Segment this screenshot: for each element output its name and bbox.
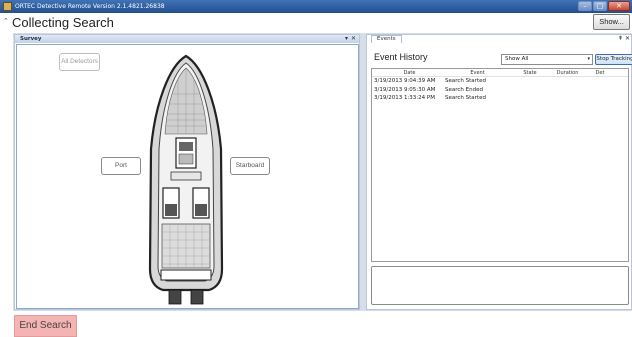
transom	[160, 269, 212, 281]
collapse-caret-icon[interactable]: ⌃	[3, 17, 9, 25]
all-detectors-button[interactable]: All Detectors	[59, 53, 100, 71]
event-history-table[interactable]: Date Event State Duration Det 3/19/2013 …	[371, 68, 629, 262]
window-title-bar: ORTEC Detective Remote Version 2.1.4821.…	[0, 0, 632, 13]
table-row[interactable]: 3/19/2013 9:05:30 AM Search Ended	[372, 86, 628, 95]
boat-diagram	[148, 54, 224, 305]
cell-duration	[550, 77, 585, 86]
starboard-button[interactable]: Starboard	[230, 157, 270, 175]
chevron-down-icon: ▾	[587, 56, 590, 62]
panel-close-icon[interactable]: ✕	[351, 35, 356, 43]
events-panel: Events ⇞ ✕ Event History Show All ▾ Stop…	[366, 34, 632, 310]
cell-det	[585, 86, 615, 95]
column-header-date[interactable]: Date	[372, 69, 445, 76]
cell-det	[585, 77, 615, 86]
events-panel-buttons: ⇞ ✕	[618, 35, 630, 43]
event-detail-box[interactable]	[371, 266, 629, 305]
table-header: Date Event State Duration Det	[372, 69, 628, 77]
end-search-button[interactable]: End Search	[14, 315, 77, 337]
column-header-det[interactable]: Det	[585, 69, 615, 76]
table-row[interactable]: 3/19/2013 9:04:39 AM Search Started	[372, 77, 628, 86]
cell-date: 3/19/2013 9:05:30 AM	[374, 86, 436, 93]
cell-date: 3/19/2013 9:04:39 AM	[374, 78, 436, 84]
outboard-starboard	[190, 289, 204, 305]
cell-det	[585, 94, 615, 103]
survey-panel-header: Survey ▾ ✕	[15, 35, 359, 43]
window-controls: – □ ✕	[578, 1, 630, 11]
pin-icon[interactable]: ⇞	[618, 35, 623, 42]
column-header-state[interactable]: State	[510, 69, 550, 76]
cell-date: 3/19/2013 1:33:24 PM	[374, 95, 435, 101]
cell-state	[510, 94, 550, 103]
event-filter-select[interactable]: Show All ▾	[501, 54, 593, 65]
cell-state	[510, 86, 550, 95]
close-window-button[interactable]: ✕	[608, 1, 630, 11]
cell-event: Search Started	[445, 78, 486, 84]
cell-state	[510, 77, 550, 86]
port-button[interactable]: Port	[101, 157, 141, 175]
cell-event: Search Started	[445, 95, 486, 101]
app-icon	[3, 2, 12, 11]
stop-tracking-button[interactable]: Stop Tracking	[595, 54, 632, 65]
column-header-duration[interactable]: Duration	[550, 69, 585, 76]
outboard-port	[168, 289, 182, 305]
events-close-icon[interactable]: ✕	[625, 35, 630, 42]
survey-panel: Survey ▾ ✕ All Detectors Port Starboard	[14, 34, 360, 310]
page-title: Collecting Search	[12, 15, 114, 30]
maximize-button[interactable]: □	[593, 1, 607, 11]
cell-duration	[550, 94, 585, 103]
panel-menu-icon[interactable]: ▾	[345, 35, 348, 43]
show-button[interactable]: Show...	[593, 14, 630, 30]
cell-duration	[550, 86, 585, 95]
event-history-title: Event History	[374, 52, 428, 62]
minimize-button[interactable]: –	[578, 1, 592, 11]
event-filter-value: Show All	[505, 56, 529, 62]
survey-panel-title: Survey	[20, 36, 42, 42]
table-row[interactable]: 3/19/2013 1:33:24 PM Search Started	[372, 94, 628, 103]
column-header-event[interactable]: Event	[445, 69, 510, 76]
survey-view: All Detectors Port Starboard	[16, 44, 359, 309]
tab-events[interactable]: Events	[371, 35, 402, 43]
window-title: ORTEC Detective Remote Version 2.1.4821.…	[15, 3, 165, 10]
cell-event: Search Ended	[445, 86, 483, 93]
